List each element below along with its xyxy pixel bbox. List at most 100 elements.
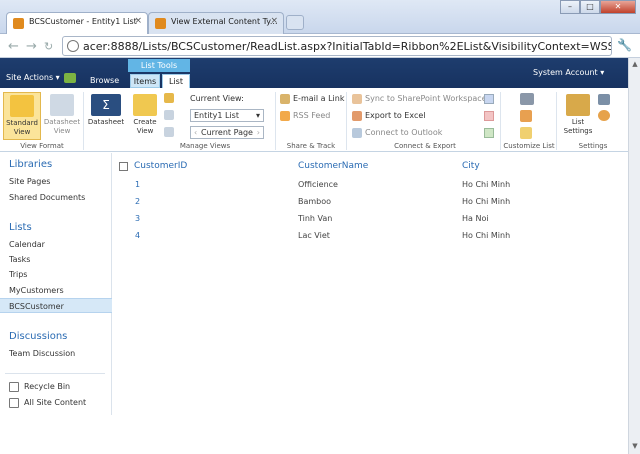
visio-icon[interactable] — [484, 94, 494, 104]
nav-shared-documents[interactable]: Shared Documents — [9, 193, 85, 202]
datasheet-view-button[interactable]: Datasheet View — [43, 92, 81, 136]
nav-mycustomers[interactable]: MyCustomers — [9, 286, 64, 295]
forward-arrow-icon[interactable]: → — [26, 39, 37, 54]
ribbon-separator — [83, 92, 84, 150]
select-all-checkbox[interactable] — [119, 162, 128, 171]
standard-view-icon — [10, 95, 34, 117]
form-web-parts-icon[interactable] — [520, 93, 534, 105]
new-quick-step-icon[interactable] — [520, 127, 532, 139]
create-view-button[interactable]: Create View — [131, 92, 159, 136]
sync-icon — [352, 94, 362, 104]
nav-bcscustomer[interactable]: BCSCustomer — [0, 298, 112, 313]
cell-customerid[interactable]: 4 — [135, 231, 140, 240]
cell-city: Ho Chi Minh — [462, 231, 511, 240]
email-link-button[interactable]: E-mail a Link — [280, 94, 344, 104]
current-view-dropdown[interactable]: Entity1 List ▾ — [190, 109, 264, 122]
next-page-icon[interactable]: › — [257, 128, 260, 137]
modify-view-icon[interactable] — [164, 93, 174, 103]
navigate-up-icon[interactable] — [64, 73, 76, 83]
rss-icon — [280, 111, 290, 121]
scroll-up-arrow-icon[interactable]: ▲ — [630, 60, 640, 70]
cell-customername: Bamboo — [298, 197, 332, 206]
project-icon[interactable] — [484, 128, 494, 138]
nav-trips[interactable]: Trips — [9, 270, 27, 279]
address-text: acer:8888/Lists/BCSCustomer/ReadList.asp… — [83, 40, 612, 53]
sync-sharepoint-workspace-button[interactable]: Sync to SharePoint Workspace — [352, 94, 487, 104]
wrench-icon[interactable]: 🔧 — [617, 38, 632, 52]
reload-icon[interactable]: ↻ — [44, 40, 53, 53]
access-icon[interactable] — [484, 111, 494, 121]
cell-customerid[interactable]: 2 — [135, 197, 140, 206]
window-controls: – □ ✕ — [560, 0, 636, 14]
nav-recycle-bin[interactable]: Recycle Bin — [24, 382, 70, 391]
tab-external-content-types[interactable]: View External Content Ty... × — [148, 12, 284, 34]
previous-page-icon[interactable]: ‹ — [194, 128, 197, 137]
current-view-label: Current View: — [190, 94, 244, 103]
tab-items[interactable]: Items — [130, 74, 160, 88]
all-site-content-icon — [9, 398, 19, 408]
group-manage-views: Manage Views — [179, 142, 231, 150]
standard-view-button[interactable]: Standard View — [3, 92, 41, 140]
workflow-settings-icon[interactable] — [598, 110, 610, 121]
export-excel-button[interactable]: Export to Excel — [352, 111, 426, 121]
nav-lists[interactable]: Lists — [9, 222, 32, 233]
maximize-button[interactable]: □ — [580, 0, 600, 14]
group-settings: Settings — [578, 142, 608, 150]
scroll-down-arrow-icon[interactable]: ▼ — [630, 442, 640, 452]
close-window-button[interactable]: ✕ — [600, 0, 636, 14]
tab-label: BCSCustomer - Entity1 List — [29, 17, 137, 26]
cell-customername: Officience — [298, 180, 338, 189]
column-header-customername[interactable]: CustomerName — [298, 161, 368, 171]
column-header-customerid[interactable]: CustomerID — [134, 161, 187, 171]
datasheet-view-icon — [50, 94, 74, 116]
tab-browse[interactable]: Browse — [90, 76, 119, 85]
edit-list-icon[interactable] — [520, 110, 532, 122]
email-icon — [280, 94, 290, 104]
recycle-bin-icon — [9, 382, 19, 392]
list-permissions-icon[interactable] — [598, 94, 610, 105]
current-page-pager[interactable]: ‹ Current Page › — [190, 126, 264, 139]
chevron-down-icon: ▾ — [255, 111, 260, 120]
close-tab-icon[interactable]: × — [134, 16, 142, 26]
cell-customername: Lac Viet — [298, 231, 330, 240]
minimize-button[interactable]: – — [560, 0, 580, 14]
close-tab-icon[interactable]: × — [270, 16, 278, 26]
create-column-icon[interactable] — [164, 110, 174, 120]
column-header-city[interactable]: City — [462, 161, 480, 171]
back-arrow-icon[interactable]: ← — [8, 39, 19, 54]
nav-calendar[interactable]: Calendar — [9, 240, 45, 249]
group-connect-export: Connect & Export — [394, 142, 456, 150]
tab-bcscustomer[interactable]: BCSCustomer - Entity1 List × — [6, 12, 148, 34]
rss-feed-button[interactable]: RSS Feed — [280, 111, 330, 121]
browser-navbar: ← → ↻ acer:8888/Lists/BCSCustomer/ReadLi… — [0, 34, 640, 58]
cell-customerid[interactable]: 1 — [135, 180, 140, 189]
connect-outlook-button[interactable]: Connect to Outlook — [352, 128, 442, 138]
list-settings-icon — [566, 94, 590, 116]
current-page-label: Current Page — [201, 128, 253, 137]
nav-site-pages[interactable]: Site Pages — [9, 177, 50, 186]
current-view-value: Entity1 List — [194, 111, 239, 120]
nav-discussions[interactable]: Discussions — [9, 331, 67, 342]
group-customize-list: Customize List — [503, 142, 555, 150]
datasheet-button[interactable]: Σ Datasheet — [86, 92, 126, 127]
list-settings-button[interactable]: List Settings — [562, 92, 594, 136]
nav-divider — [5, 373, 105, 374]
vertical-scrollbar[interactable]: ▲ ▼ — [628, 58, 640, 454]
site-actions-menu[interactable]: Site Actions ▾ — [6, 73, 60, 82]
cell-customername: Tinh Van — [298, 214, 333, 223]
address-bar[interactable]: acer:8888/Lists/BCSCustomer/ReadList.asp… — [62, 36, 612, 56]
navigate-up-folder-icon[interactable] — [164, 127, 174, 137]
outlook-icon — [352, 128, 362, 138]
list-tools-label: List Tools — [128, 59, 190, 72]
new-tab-button[interactable] — [286, 15, 304, 30]
nav-tasks[interactable]: Tasks — [9, 255, 30, 264]
cell-customerid[interactable]: 3 — [135, 214, 140, 223]
excel-icon — [352, 111, 362, 121]
tab-list[interactable]: List — [162, 74, 190, 88]
nav-team-discussion[interactable]: Team Discussion — [9, 349, 75, 358]
group-view-format: View Format — [20, 142, 64, 150]
nav-libraries[interactable]: Libraries — [9, 159, 52, 170]
datasheet-sigma-icon: Σ — [91, 94, 121, 116]
nav-all-site-content[interactable]: All Site Content — [24, 398, 86, 407]
system-account-menu[interactable]: System Account ▾ — [533, 68, 604, 77]
